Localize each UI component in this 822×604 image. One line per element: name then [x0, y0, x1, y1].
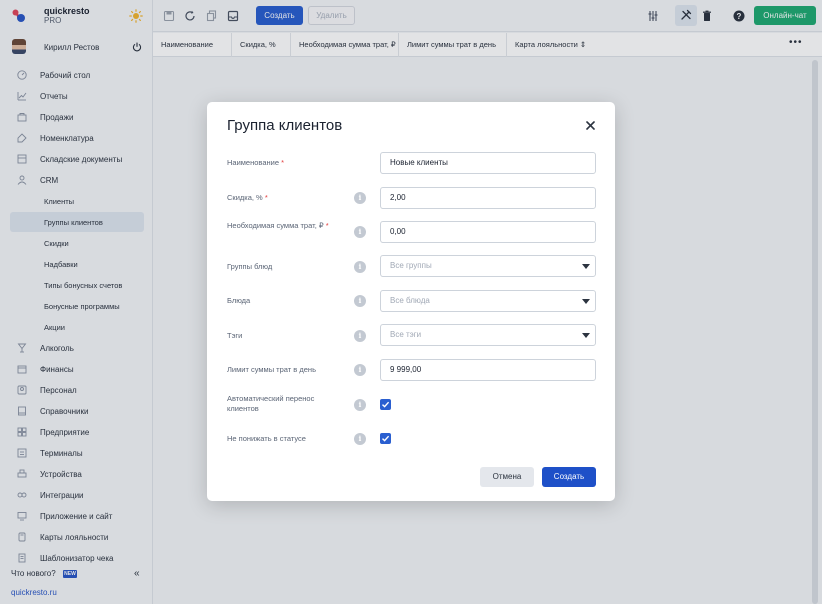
dish-groups-label: Группы блюд	[227, 262, 273, 271]
chevron-down-icon	[582, 264, 590, 269]
tags-select[interactable]: Все тэги	[380, 324, 596, 346]
required-sum-input[interactable]: 0,00	[380, 221, 596, 243]
auto-transfer-label: Автоматический перенос клиентов	[227, 394, 315, 413]
discount-input[interactable]: 2,00	[380, 187, 596, 209]
name-input[interactable]: Новые клиенты	[380, 152, 596, 174]
client-group-dialog: Группа клиентов Наименование * Новые кли…	[207, 102, 615, 501]
chevron-down-icon	[582, 299, 590, 304]
auto-transfer-checkbox[interactable]	[380, 399, 391, 410]
daily-limit-label: Лимит суммы трат в день	[227, 365, 316, 374]
dish-groups-select[interactable]: Все группы	[380, 255, 596, 277]
tags-label: Тэги	[227, 331, 243, 340]
info-icon[interactable]: i	[354, 399, 366, 411]
info-icon[interactable]: i	[354, 192, 366, 204]
required-mark: *	[264, 193, 268, 202]
discount-label: Скидка, % *	[227, 193, 268, 202]
info-icon[interactable]: i	[354, 261, 366, 273]
info-icon[interactable]: i	[354, 330, 366, 342]
no-downgrade-checkbox[interactable]	[380, 433, 391, 444]
dialog-title: Группа клиентов	[227, 117, 343, 134]
chevron-down-icon	[582, 333, 590, 338]
cancel-button[interactable]: Отмена	[480, 467, 534, 487]
check-icon	[382, 435, 390, 442]
info-icon[interactable]: i	[354, 295, 366, 307]
close-icon[interactable]	[584, 119, 597, 132]
tags-placeholder: Все тэги	[390, 330, 422, 339]
no-downgrade-label: Не понижать в статусе	[227, 434, 306, 443]
app-window: quickresto PRO Кирилл Рестов Рабочий сто…	[0, 0, 822, 604]
check-icon	[382, 401, 390, 408]
dishes-placeholder: Все блюда	[390, 296, 430, 305]
info-icon[interactable]: i	[354, 364, 366, 376]
daily-limit-input[interactable]: 9 999,00	[380, 359, 596, 381]
info-icon[interactable]: i	[354, 433, 366, 445]
info-icon[interactable]: i	[354, 226, 366, 238]
required-sum-label: Необходимая сумма трат, ₽ *	[227, 221, 329, 230]
create-group-button[interactable]: Создать	[542, 467, 596, 487]
required-mark: *	[325, 221, 329, 230]
dishes-select[interactable]: Все блюда	[380, 290, 596, 312]
required-mark: *	[281, 158, 285, 167]
dishes-label: Блюда	[227, 296, 251, 305]
name-label: Наименование *	[227, 158, 285, 167]
dish-groups-placeholder: Все группы	[390, 261, 432, 270]
